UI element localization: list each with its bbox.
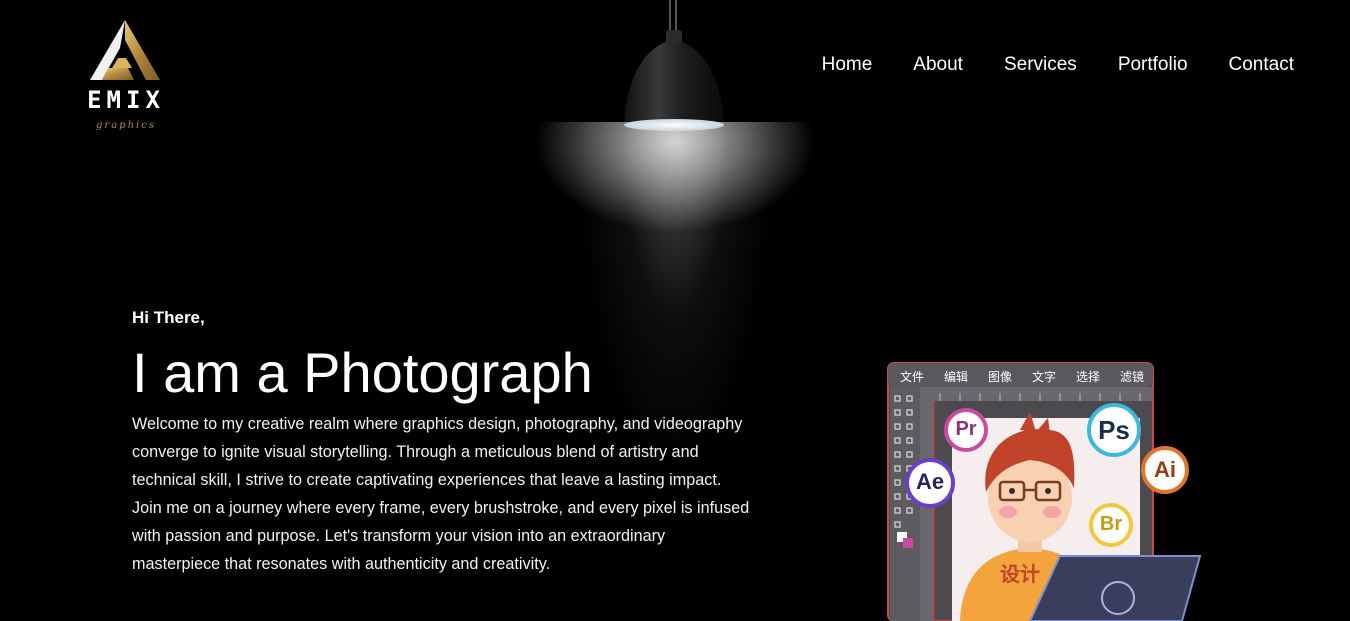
hero-greeting: Hi There, — [132, 308, 205, 327]
hero-section: Hi There, I am a Photograph Welcome to m… — [132, 308, 752, 578]
main-nav: Home About Services Portfolio Contact — [822, 54, 1294, 76]
hero-description: Welcome to my creative realm where graph… — [132, 415, 750, 573]
app-menu-text: 文字 — [1032, 370, 1057, 384]
brand-logo[interactable]: EMIX graphics — [80, 18, 170, 138]
illustrator-badge: Ai — [1154, 457, 1176, 482]
logo-wordmark: EMIX — [87, 86, 165, 114]
bridge-badge: Br — [1099, 513, 1123, 535]
logo-tagline: graphics — [96, 120, 156, 131]
nav-portfolio[interactable]: Portfolio — [1118, 54, 1188, 76]
app-menu-file: 文件 — [900, 370, 925, 384]
app-menu-edit: 编辑 — [944, 370, 969, 384]
after-effects-badge: Ae — [915, 469, 945, 494]
nav-home[interactable]: Home — [822, 54, 873, 76]
premiere-badge: Pr — [955, 418, 977, 440]
hero-title: I am a Photograph — [132, 341, 593, 404]
nav-contact[interactable]: Contact — [1229, 54, 1294, 76]
pendant-lamp-icon — [624, 0, 724, 131]
designer-illustration: 文件 编辑 图像 文字 选择 滤镜 Pr Ps Ae Ai Br 设计 — [880, 360, 1210, 621]
app-menu-filter: 滤镜 — [1120, 370, 1145, 384]
photoshop-badge: Ps — [1098, 415, 1130, 445]
shirt-text: 设计 — [1000, 562, 1040, 586]
app-menu-select: 选择 — [1076, 370, 1101, 384]
nav-about[interactable]: About — [913, 54, 963, 76]
nav-services[interactable]: Services — [1004, 54, 1077, 76]
logo-mark-icon — [90, 20, 160, 80]
app-menu-image: 图像 — [988, 370, 1013, 384]
